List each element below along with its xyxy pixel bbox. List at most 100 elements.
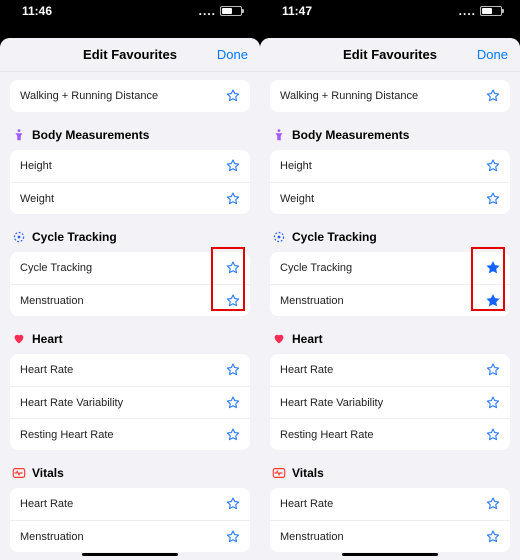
favourite-star-icon[interactable] [226,294,240,308]
row-label: Menstruation [280,531,344,543]
row-label: Height [20,160,52,172]
row-label: Heart Rate [280,498,333,510]
done-button[interactable]: Done [477,47,508,62]
list-row[interactable]: Menstruation [10,520,250,552]
list-row[interactable]: Resting Heart Rate [270,418,510,450]
favourite-star-icon[interactable] [226,363,240,377]
row-label: Heart Rate Variability [20,397,123,409]
status-time: 11:46 [22,4,52,18]
row-label: Resting Heart Rate [20,429,114,441]
list-row[interactable]: Menstruation [270,284,510,316]
section-header: Heart [10,316,250,348]
favourite-star-icon[interactable] [226,396,240,410]
favourite-star-icon[interactable] [486,363,500,377]
row-label: Heart Rate [280,364,333,376]
favourite-star-icon[interactable] [226,192,240,206]
list-row[interactable]: Heart Rate [270,354,510,386]
signal-icon: .... [459,4,476,18]
nav-bar: Edit Favourites Done [0,38,260,72]
done-button[interactable]: Done [217,47,248,62]
list-row[interactable]: Cycle Tracking [10,252,250,284]
section-title: Vitals [32,466,64,480]
favourite-star-icon[interactable] [226,89,240,103]
row-label: Height [280,160,312,172]
section-title: Cycle Tracking [32,230,117,244]
row-label: Heart Rate Variability [280,397,383,409]
section-header: Vitals [10,450,250,482]
section-header: Body Measurements [270,112,510,144]
nav-title: Edit Favourites [343,47,437,62]
section-card: Walking + Running Distance [270,80,510,112]
row-label: Weight [20,193,54,205]
favourite-star-icon[interactable] [486,261,500,275]
section-card: Heart Rate Menstruation [270,488,510,552]
modal-sheet: Edit Favourites Done Walking + Running D… [0,38,260,560]
row-label: Weight [280,193,314,205]
heart-icon [12,332,26,346]
section-title: Heart [292,332,323,346]
nav-title: Edit Favourites [83,47,177,62]
list-row[interactable]: Resting Heart Rate [10,418,250,450]
section-title: Vitals [292,466,324,480]
list-row[interactable]: Weight [270,182,510,214]
modal-sheet: Edit Favourites Done Walking + Running D… [260,38,520,560]
section-card: Heart Rate Menstruation [10,488,250,552]
vitals-icon [272,466,286,480]
list-row[interactable]: Menstruation [10,284,250,316]
favourite-star-icon[interactable] [226,428,240,442]
row-label: Resting Heart Rate [280,429,374,441]
signal-icon: .... [199,4,216,18]
row-label: Cycle Tracking [20,262,92,274]
body-icon [272,128,286,142]
favourite-star-icon[interactable] [226,497,240,511]
favourite-star-icon[interactable] [226,261,240,275]
section-card: Heart Rate Heart Rate Variability Restin… [270,354,510,450]
cycle-tracking-icon [272,230,286,244]
favourite-star-icon[interactable] [226,530,240,544]
list-row[interactable]: Heart Rate Variability [10,386,250,418]
favourite-star-icon[interactable] [486,530,500,544]
row-label: Walking + Running Distance [20,90,158,102]
battery-icon [480,6,502,16]
favourite-star-icon[interactable] [486,159,500,173]
list-row[interactable]: Weight [10,182,250,214]
list-row[interactable]: Menstruation [270,520,510,552]
row-label: Heart Rate [20,364,73,376]
section-header: Cycle Tracking [270,214,510,246]
status-bar: 11:46 .... [0,0,260,22]
phone-pane-1: 11:47 .... Edit Favourites Done Walking … [260,0,520,560]
list-row[interactable]: Cycle Tracking [270,252,510,284]
row-label: Menstruation [20,295,84,307]
section-header: Vitals [270,450,510,482]
list-row[interactable]: Walking + Running Distance [10,80,250,112]
list-row[interactable]: Height [270,150,510,182]
list-row[interactable]: Heart Rate [10,488,250,520]
body-icon [12,128,26,142]
section-header: Cycle Tracking [10,214,250,246]
row-label: Walking + Running Distance [280,90,418,102]
favourite-star-icon[interactable] [486,428,500,442]
status-time: 11:47 [282,4,312,18]
section-card: Height Weight [10,150,250,214]
list-row[interactable]: Height [10,150,250,182]
battery-icon [220,6,242,16]
favourite-star-icon[interactable] [226,159,240,173]
favourite-star-icon[interactable] [486,497,500,511]
favourite-star-icon[interactable] [486,89,500,103]
favourite-star-icon[interactable] [486,192,500,206]
section-title: Heart [32,332,63,346]
section-title: Body Measurements [292,128,409,142]
section-card: Cycle Tracking Menstruation [10,252,250,316]
vitals-icon [12,466,26,480]
list-row[interactable]: Walking + Running Distance [270,80,510,112]
row-label: Cycle Tracking [280,262,352,274]
list-row[interactable]: Heart Rate [10,354,250,386]
list-row[interactable]: Heart Rate Variability [270,386,510,418]
favourite-star-icon[interactable] [486,294,500,308]
status-bar: 11:47 .... [260,0,520,22]
section-title: Cycle Tracking [292,230,377,244]
section-card: Cycle Tracking Menstruation [270,252,510,316]
home-indicator [82,553,178,556]
list-row[interactable]: Heart Rate [270,488,510,520]
favourite-star-icon[interactable] [486,396,500,410]
